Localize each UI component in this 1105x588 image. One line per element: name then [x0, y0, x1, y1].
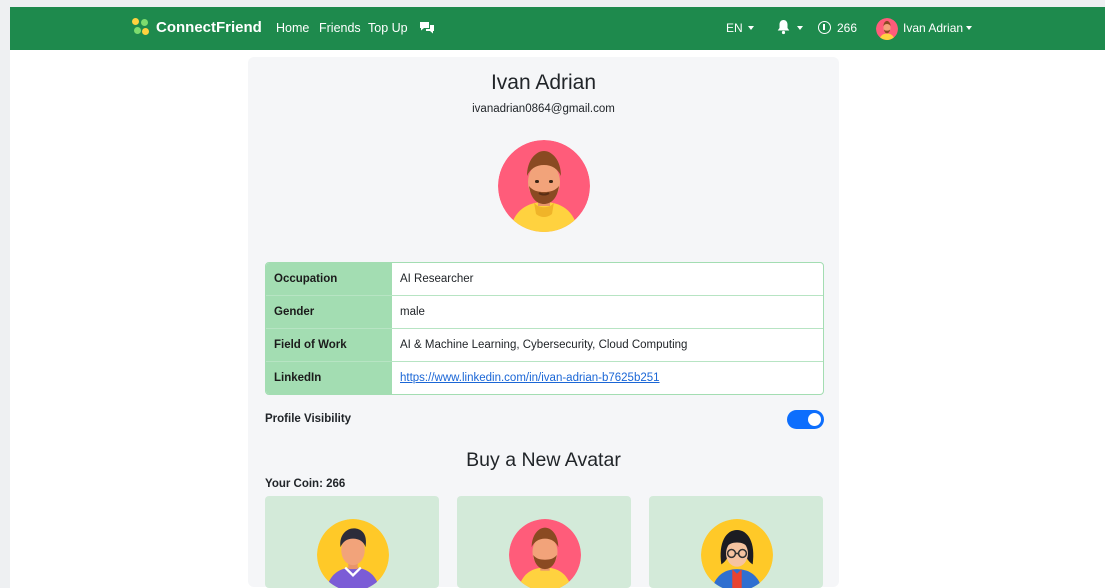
brand-name: ConnectFriend [156, 18, 262, 36]
avatar-option-card[interactable] [457, 496, 631, 588]
bearded-man-avatar-icon [509, 519, 581, 588]
nav-home[interactable]: Home [276, 21, 309, 35]
user-avatar[interactable] [876, 18, 898, 40]
user-menu-dropdown[interactable]: Ivan Adrian [903, 21, 973, 35]
bell-icon [777, 20, 790, 35]
navbar: ConnectFriend Home Friends Top Up EN 266… [10, 7, 1105, 50]
table-row: Occupation AI Researcher [266, 263, 823, 296]
profile-name: Ivan Adrian [490, 71, 597, 94]
gender-label: Gender [266, 296, 392, 329]
linkedin-label: LinkedIn [266, 362, 392, 394]
table-row: Gender male [266, 296, 823, 329]
field-of-work-label: Field of Work [266, 329, 392, 362]
linkedin-link[interactable]: https://www.linkedin.com/in/ivan-adrian-… [400, 372, 660, 384]
field-of-work-value: AI & Machine Learning, Cybersecurity, Cl… [392, 329, 823, 362]
toggle-knob [808, 413, 821, 426]
profile-visibility-label: Profile Visibility [265, 413, 352, 425]
table-row: LinkedIn https://www.linkedin.com/in/iva… [266, 362, 823, 394]
nav-top-up[interactable]: Top Up [368, 21, 408, 35]
nav-friends[interactable]: Friends [319, 21, 361, 35]
chevron-down-icon [747, 26, 754, 30]
buy-avatar-heading: Buy a New Avatar [466, 449, 621, 471]
notifications-dropdown[interactable] [777, 19, 803, 35]
profile-visibility-toggle[interactable] [787, 410, 824, 429]
chevron-down-icon [966, 26, 973, 30]
your-coin-text: Your Coin: 266 [265, 478, 346, 490]
gender-value: male [392, 296, 823, 329]
coin-icon [818, 21, 831, 34]
occupation-label: Occupation [266, 263, 392, 296]
coin-count: 266 [837, 21, 858, 35]
coin-balance: 266 [818, 21, 857, 35]
profile-avatar [498, 140, 590, 232]
woman-glasses-avatar-icon [701, 519, 773, 588]
language-label: EN [726, 21, 743, 35]
chat-icon[interactable] [419, 21, 435, 35]
profile-details-table: Occupation AI Researcher Gender male Fie… [265, 262, 824, 395]
logo-icon [132, 18, 150, 36]
brand-link[interactable]: ConnectFriend [132, 18, 262, 36]
man-avatar-icon [317, 519, 389, 588]
user-menu-name: Ivan Adrian [903, 21, 964, 35]
profile-email: ivanadrian0864@gmail.com [472, 103, 615, 115]
occupation-value: AI Researcher [392, 263, 823, 296]
avatar-option-card[interactable] [265, 496, 439, 588]
language-dropdown[interactable]: EN [726, 21, 754, 35]
chevron-down-icon [797, 26, 803, 30]
avatar-option-card[interactable] [649, 496, 823, 588]
table-row: Field of Work AI & Machine Learning, Cyb… [266, 329, 823, 362]
